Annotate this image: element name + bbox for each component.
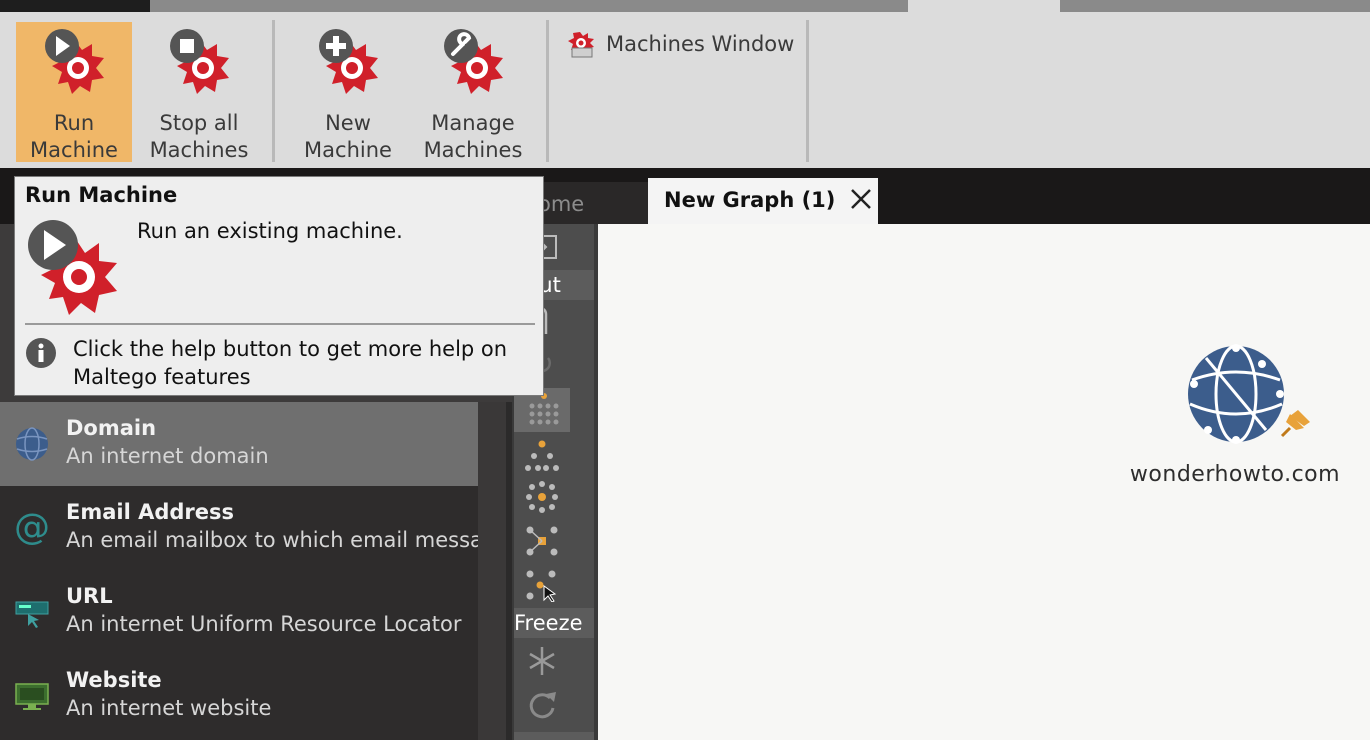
palette-item-name: Website <box>66 668 162 692</box>
palette-item-domain[interactable]: Domain An internet domain <box>0 402 478 486</box>
tab-new-graph-label: New Graph (1) <box>664 188 836 212</box>
ribbon-separator <box>546 20 549 162</box>
tooltip-help-text: Click the help button to get more help o… <box>73 337 508 389</box>
ribbon-tab[interactable] <box>1060 0 1370 12</box>
new-machine-icon <box>319 29 378 94</box>
run-machine-icon <box>45 29 104 94</box>
palette-item-email-address[interactable]: @ Email Address An email mailbox to whic… <box>0 486 478 570</box>
machines-window-label: Machines Window <box>606 32 795 56</box>
ribbon-separator <box>806 20 809 162</box>
interactive-layout-icon[interactable] <box>524 568 560 602</box>
close-icon[interactable] <box>848 186 874 212</box>
tooltip-divider <box>25 323 535 325</box>
url-icon <box>15 601 49 628</box>
manage-machines-icon <box>444 29 503 94</box>
hierarchical-layout-icon[interactable] <box>524 438 560 472</box>
ribbon: Run Machine Stop all Machines New Machin… <box>0 12 1370 168</box>
palette-item-description: An email mailbox to which email messa <box>66 528 478 552</box>
entity-label: wonderhowto.com <box>1129 462 1341 487</box>
globe-icon <box>16 427 48 461</box>
manage-machines-button[interactable]: Manage Machines <box>416 22 530 162</box>
palette-item-name: Email Address <box>66 500 235 524</box>
toolbar-section-edge <box>514 732 594 740</box>
ribbon-tab-active[interactable] <box>908 0 1060 12</box>
palette-item-url[interactable]: URL An internet Uniform Resource Locator <box>0 570 478 654</box>
ribbon-separator <box>272 20 275 162</box>
manage-machines-label: Manage Machines <box>423 111 523 162</box>
tab-new-graph[interactable]: New Graph (1) <box>648 178 878 224</box>
stop-all-machines-button[interactable]: Stop all Machines <box>144 22 254 162</box>
palette-item-description: An internet domain <box>66 444 269 468</box>
run-machine-label: Run Machine <box>30 111 118 162</box>
machines-window-button[interactable]: Machines Window <box>566 26 794 62</box>
refresh-icon[interactable] <box>524 688 560 722</box>
organic-layout-icon[interactable] <box>524 524 560 558</box>
pin-icon <box>1280 410 1310 438</box>
machines-window-icon <box>568 32 594 58</box>
info-icon <box>26 338 56 368</box>
stop-machine-icon <box>170 29 229 94</box>
palette-scrollbar[interactable] <box>478 402 506 740</box>
palette-item-description: An internet Uniform Resource Locator <box>66 612 462 636</box>
run-machine-tooltip: Run Machine Run an existing machine. Cli… <box>14 176 544 396</box>
palette-item-description: An internet website <box>66 696 272 720</box>
freeze-snowflake-icon[interactable] <box>524 644 560 678</box>
freeze-section-label: Freeze <box>514 608 594 638</box>
run-machine-button[interactable]: Run Machine <box>16 22 132 162</box>
run-machine-icon <box>28 220 117 315</box>
tooltip-description: Run an existing machine. <box>137 219 403 243</box>
website-icon <box>15 683 49 710</box>
new-machine-label: New Machine <box>304 111 392 162</box>
at-icon: @ <box>14 507 50 548</box>
palette-item-name: URL <box>66 584 113 608</box>
new-machine-button[interactable]: New Machine <box>296 22 400 162</box>
domain-entity-node[interactable] <box>1186 344 1316 444</box>
palette-item-website[interactable]: Website An internet website <box>0 654 478 738</box>
palette-item-name: Domain <box>66 416 157 440</box>
window-tab-strip <box>0 0 1370 12</box>
stop-all-machines-label: Stop all Machines <box>149 111 249 162</box>
ribbon-tab-group[interactable] <box>150 0 908 12</box>
circular-layout-icon[interactable] <box>524 480 560 514</box>
tooltip-title: Run Machine <box>25 183 178 207</box>
